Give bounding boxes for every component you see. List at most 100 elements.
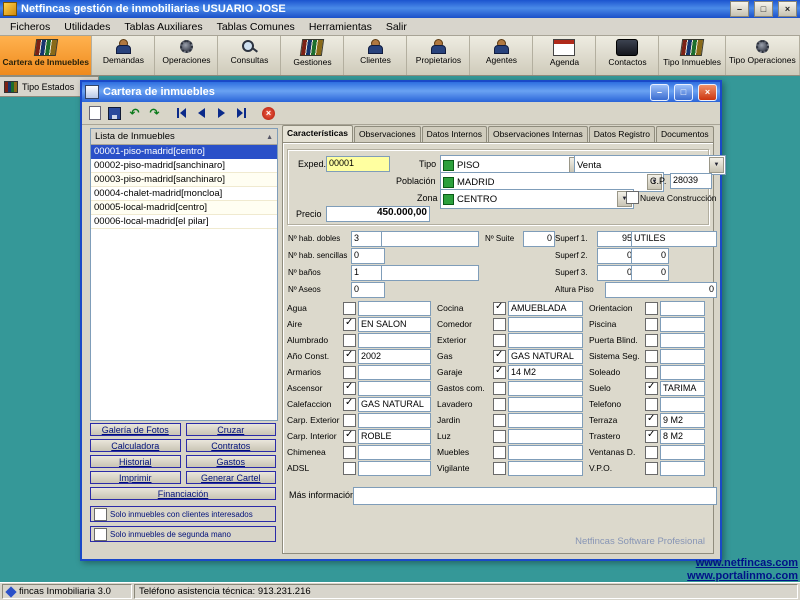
previous-record-icon[interactable]	[192, 104, 211, 122]
menu-item[interactable]: Herramientas	[302, 20, 379, 34]
feature-checkbox[interactable]	[645, 382, 658, 395]
menu-item[interactable]: Utilidades	[57, 20, 117, 34]
redo-icon[interactable]	[145, 104, 164, 122]
toolbar-button[interactable]: Operaciones	[155, 36, 218, 75]
feature-checkbox[interactable]	[645, 350, 658, 363]
hab-sencillas-field[interactable]: 0	[351, 248, 385, 264]
feature-checkbox[interactable]	[645, 302, 658, 315]
feature-checkbox[interactable]	[645, 462, 658, 475]
menu-item[interactable]: Ficheros	[3, 20, 57, 34]
feature-field[interactable]	[660, 333, 705, 348]
feature-checkbox[interactable]	[493, 366, 506, 379]
feature-checkbox[interactable]	[343, 334, 356, 347]
feature-field[interactable]	[358, 333, 431, 348]
feature-checkbox[interactable]	[645, 366, 658, 379]
list-item[interactable]: 00003-piso-madrid[sanchinaro]	[91, 173, 277, 187]
action-button[interactable]: Generar Cartel	[186, 471, 277, 484]
feature-checkbox[interactable]	[343, 430, 356, 443]
window-titlebar[interactable]: Cartera de inmuebles	[82, 82, 720, 102]
action-button[interactable]: Calculadora	[90, 439, 181, 452]
toolbar-button[interactable]: Clientes	[344, 36, 407, 75]
feature-checkbox[interactable]	[493, 430, 506, 443]
feature-checkbox[interactable]	[645, 430, 658, 443]
window-close-icon[interactable]	[698, 84, 717, 101]
feature-checkbox[interactable]	[343, 366, 356, 379]
feature-checkbox[interactable]	[493, 446, 506, 459]
feature-checkbox[interactable]	[645, 398, 658, 411]
banos-field[interactable]: 1	[351, 265, 385, 281]
close-icon[interactable]	[778, 1, 797, 17]
feature-checkbox[interactable]	[343, 414, 356, 427]
feature-checkbox[interactable]	[493, 382, 506, 395]
website-link[interactable]: www.netfincas.com	[687, 557, 798, 570]
feature-checkbox[interactable]	[493, 334, 506, 347]
suite-field[interactable]: 0	[523, 231, 555, 247]
feature-field[interactable]	[358, 413, 431, 428]
minimize-icon[interactable]	[730, 1, 749, 17]
feature-field[interactable]: 9 M2	[660, 413, 705, 428]
filter-checkbox[interactable]	[94, 528, 107, 541]
feature-field[interactable]	[660, 445, 705, 460]
feature-checkbox[interactable]	[343, 398, 356, 411]
maximize-icon[interactable]	[754, 1, 773, 17]
toolbar-button[interactable]: Agenda	[533, 36, 596, 75]
feature-field[interactable]: 14 M2	[508, 365, 583, 380]
toolbar-button[interactable]: Consultas	[218, 36, 281, 75]
feature-checkbox[interactable]	[343, 318, 356, 331]
superf2-extra-field[interactable]: 0	[631, 248, 669, 264]
list-item[interactable]: 00001-piso-madrid[centro]	[91, 145, 277, 159]
feature-field[interactable]	[660, 317, 705, 332]
feature-field[interactable]	[660, 349, 705, 364]
precio-field[interactable]: 450.000,00	[326, 206, 430, 222]
feature-field[interactable]: EN SALON	[358, 317, 431, 332]
feature-checkbox[interactable]	[493, 414, 506, 427]
last-record-icon[interactable]	[232, 104, 251, 122]
filter-checkbox-row[interactable]: Solo inmuebles de segunda mano	[90, 526, 276, 542]
toolbar-button[interactable]: Agentes	[470, 36, 533, 75]
list-item[interactable]: 00004-chalet-madrid[moncloa]	[91, 187, 277, 201]
delete-record-icon[interactable]	[259, 104, 278, 122]
feature-field[interactable]: 8 M2	[660, 429, 705, 444]
feature-field[interactable]: AMUEBLADA	[508, 301, 583, 316]
feature-field[interactable]	[508, 317, 583, 332]
action-button[interactable]: Historial	[90, 455, 181, 468]
list-item[interactable]: 00002-piso-madrid[sanchinaro]	[91, 159, 277, 173]
feature-field[interactable]: GAS NATURAL	[508, 349, 583, 364]
feature-checkbox[interactable]	[493, 302, 506, 315]
action-button[interactable]: Gastos	[186, 455, 277, 468]
action-button[interactable]: Contratos	[186, 439, 277, 452]
toolbar-button[interactable]: Tipo Inmuebles	[659, 36, 725, 75]
save-icon[interactable]	[105, 104, 124, 122]
feature-field[interactable]	[508, 381, 583, 396]
feature-field[interactable]	[660, 301, 705, 316]
feature-field[interactable]	[660, 365, 705, 380]
feature-checkbox[interactable]	[343, 462, 356, 475]
action-button[interactable]: Imprimir	[90, 471, 181, 484]
altura-piso-field[interactable]: 0	[605, 282, 717, 298]
feature-field[interactable]	[358, 301, 431, 316]
toolbar-button[interactable]: Tipo Operaciones	[726, 36, 800, 75]
superf2-field[interactable]: 0	[597, 248, 635, 264]
mas-informacion-field[interactable]	[353, 487, 717, 505]
feature-checkbox[interactable]	[493, 462, 506, 475]
hab-dobles-field[interactable]: 3	[351, 231, 385, 247]
feature-checkbox[interactable]	[645, 446, 658, 459]
feature-checkbox[interactable]	[645, 334, 658, 347]
feature-field[interactable]: GAS NATURAL	[358, 397, 431, 412]
feature-field[interactable]	[508, 461, 583, 476]
filter-checkbox-row[interactable]: Solo inmuebles con clientes interesados	[90, 506, 276, 522]
exped-field[interactable]: 00001	[326, 156, 390, 172]
action-button[interactable]: Cruzar	[186, 423, 277, 436]
toolbar-button[interactable]: Gestiones	[281, 36, 344, 75]
toolbar-button[interactable]: Propietarios	[407, 36, 470, 75]
feature-field[interactable]	[358, 445, 431, 460]
superf1-field[interactable]: 95	[597, 231, 635, 247]
feature-checkbox[interactable]	[343, 350, 356, 363]
feature-field[interactable]: 2002	[358, 349, 431, 364]
financiacion-button[interactable]: Financiación	[90, 487, 276, 500]
feature-field[interactable]: ROBLE	[358, 429, 431, 444]
first-record-icon[interactable]	[172, 104, 191, 122]
feature-checkbox[interactable]	[343, 302, 356, 315]
next-record-icon[interactable]	[212, 104, 231, 122]
list-item[interactable]: 00006-local-madrid[el pilar]	[91, 215, 277, 229]
